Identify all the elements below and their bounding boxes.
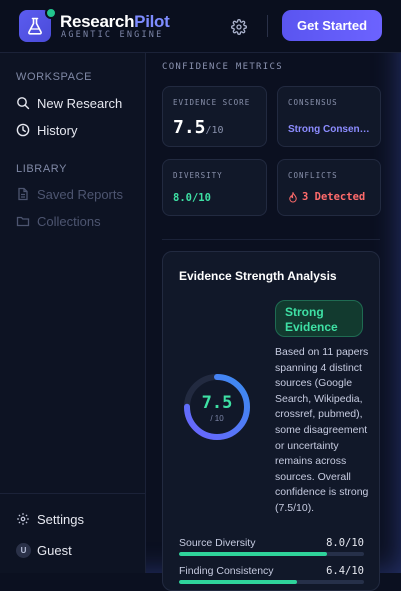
diversity-card: DIVERSITY 8.0/10 (162, 159, 267, 216)
sidebar-footer: Settings U Guest (0, 493, 145, 574)
gear-icon (16, 512, 30, 526)
evidence-strength-card: Evidence Strength Analysis Strong Eviden… (162, 251, 380, 591)
consensus-value: Strong Consen… (288, 124, 370, 135)
sidebar-item-label: Settings (37, 511, 84, 527)
consensus-card: CONSENSUS Strong Consen… (277, 86, 381, 147)
metric-label: EVIDENCE SCORE (173, 98, 251, 107)
score-denominator: /10 (205, 125, 224, 136)
brand-accent: Pilot (134, 12, 170, 31)
sidebar-item-label: Collections (37, 213, 101, 229)
bar-value: 6.4/10 (326, 565, 364, 577)
section-divider (162, 239, 380, 240)
sidebar-item-collections[interactable]: Collections (16, 211, 101, 231)
sidebar-item-new-research[interactable]: New Research (16, 93, 122, 113)
sidebar-item-label: History (37, 122, 78, 138)
bar-fill (179, 580, 298, 584)
sidebar-item-saved-reports[interactable]: Saved Reports (16, 184, 123, 204)
metric-label: CONFLICTS (288, 171, 338, 180)
conflicts-row: 3 Detected (288, 191, 365, 203)
metric-label: CONSENSUS (288, 98, 338, 107)
bar-label: Source Diversity (179, 537, 256, 549)
user-profile[interactable]: U Guest (16, 540, 72, 560)
brand-tagline: AGENTIC ENGINE (61, 30, 164, 40)
bar-fill (179, 552, 327, 556)
sidebar-item-settings[interactable]: Settings (16, 509, 84, 529)
gear-icon (231, 19, 247, 35)
brand-name: ResearchPilot (60, 12, 170, 32)
evidence-score-card: EVIDENCE SCORE 7.5/10 (162, 86, 267, 147)
sidebar-item-label: Saved Reports (37, 186, 123, 202)
metric-label: DIVERSITY (173, 171, 223, 180)
app-header: ResearchPilot AGENTIC ENGINE Get Started (0, 0, 401, 53)
folder-icon (16, 214, 30, 228)
sidebar: WORKSPACE New Research History LIBRARY S… (0, 53, 146, 573)
document-icon (16, 187, 30, 201)
bar-value: 8.0/10 (326, 537, 364, 549)
status-dot (45, 7, 57, 19)
header-divider (267, 15, 268, 37)
evidence-score-value: 7.5/10 (173, 117, 224, 138)
sidebar-item-label: New Research (37, 95, 123, 111)
user-name: Guest (37, 542, 72, 558)
diversity-value: 8.0/10 (173, 192, 211, 204)
search-icon (16, 96, 30, 110)
bar-label: Finding Consistency (179, 565, 274, 577)
clock-icon (16, 123, 30, 137)
settings-button[interactable] (228, 16, 250, 38)
sidebar-item-history[interactable]: History (16, 120, 77, 140)
confidence-metrics-title: CONFIDENCE METRICS (162, 62, 283, 72)
brand-primary: Research (60, 12, 135, 31)
bar-track (179, 580, 364, 584)
flame-icon (289, 191, 297, 202)
avatar: U (16, 542, 31, 558)
conflicts-card: CONFLICTS 3 Detected (277, 159, 381, 216)
library-section-label: LIBRARY (16, 163, 68, 175)
main-content: CONFIDENCE METRICS EVIDENCE SCORE 7.5/10… (146, 53, 401, 591)
strength-badge: Strong Evidence (275, 300, 363, 337)
workspace-section-label: WORKSPACE (16, 71, 93, 83)
ring-score-denominator: / 10 (210, 414, 224, 423)
flask-icon (28, 17, 42, 35)
conflicts-value: 3 Detected (302, 191, 366, 203)
get-started-button[interactable]: Get Started (282, 10, 382, 41)
bar-track (179, 552, 364, 556)
ring-score-value: 7.5 (201, 393, 233, 413)
analysis-description: Based on 11 papers spanning 4 distinct s… (275, 346, 369, 514)
score-number: 7.5 (173, 117, 206, 138)
analysis-title: Evidence Strength Analysis (179, 269, 337, 283)
